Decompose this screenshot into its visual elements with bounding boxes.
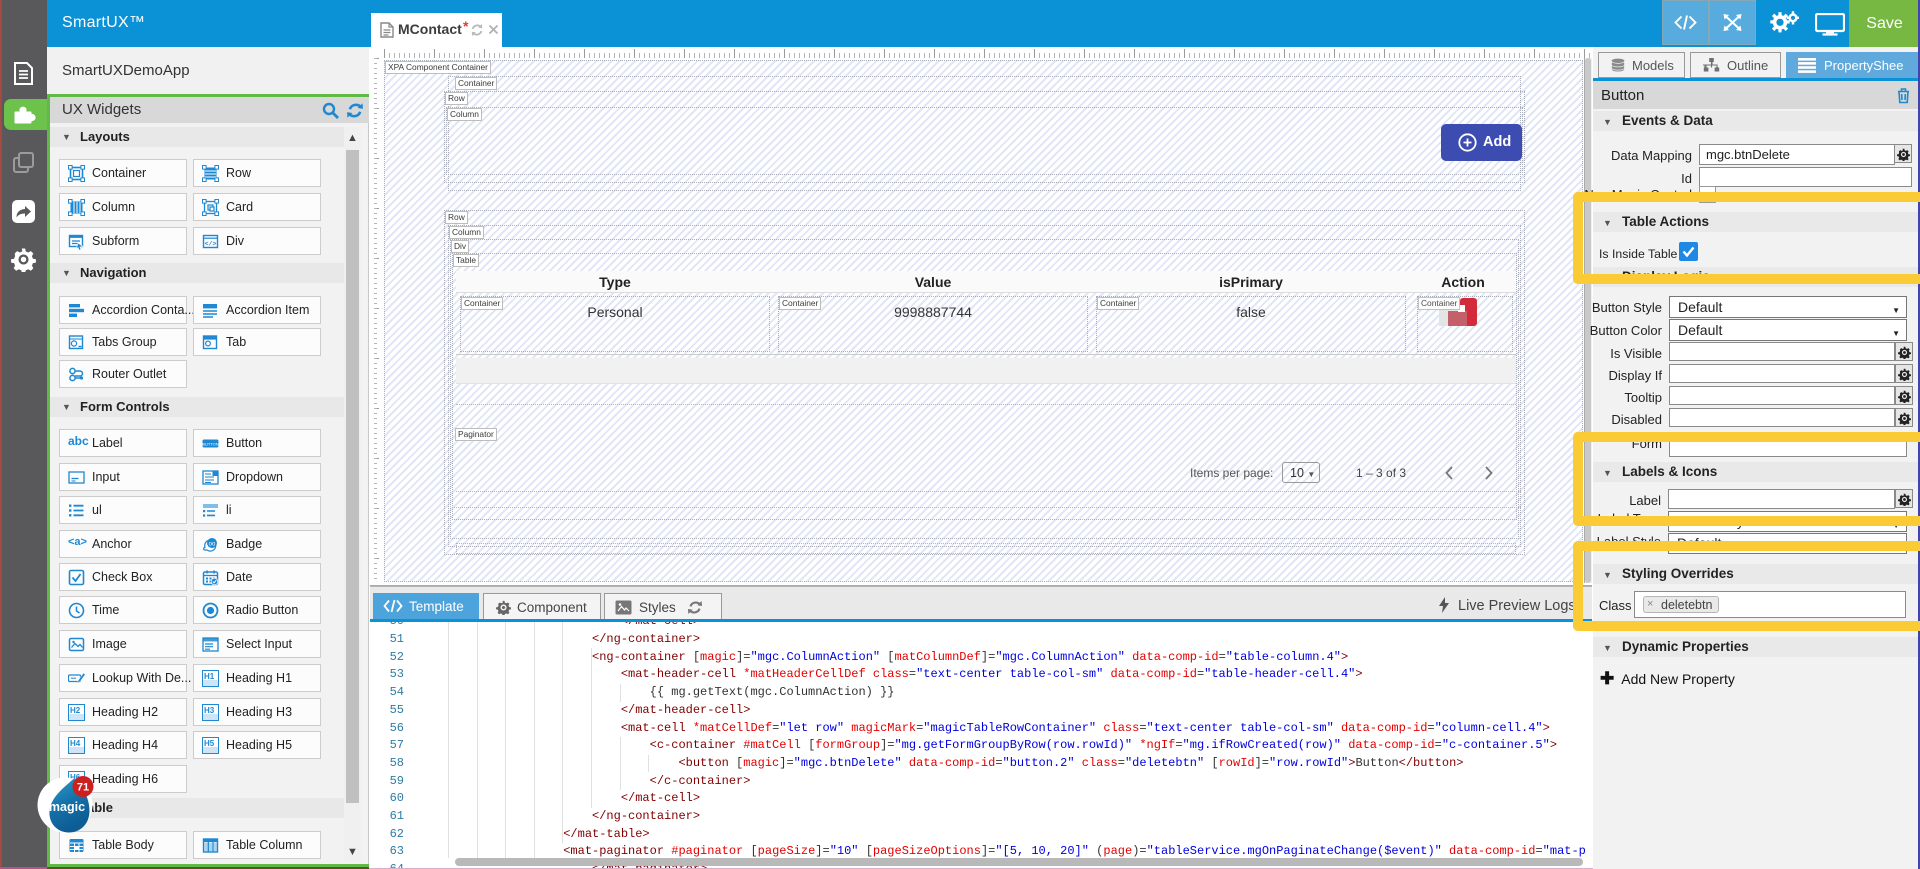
svg-text:71: 71: [77, 782, 89, 794]
svg-text:magic: magic: [49, 800, 85, 814]
